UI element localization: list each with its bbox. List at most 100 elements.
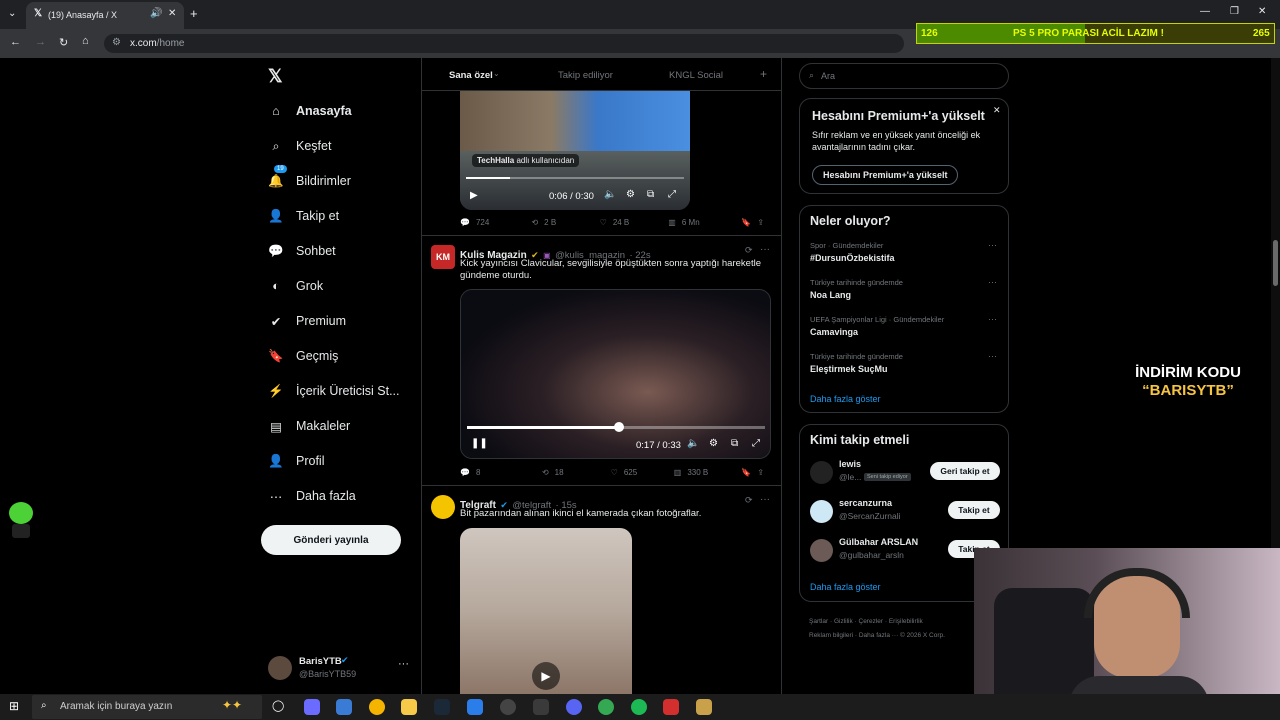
sidebar-item[interactable]: 🔖 Geçmiş [268,343,338,369]
reply-icon[interactable]: 💬 [460,468,470,477]
reply-icon[interactable]: 💬 [460,218,470,227]
more-icon[interactable]: ··· [760,244,770,255]
like-icon[interactable]: ♡ [611,468,618,477]
sidebar-item[interactable]: 👤 Profil [268,448,324,474]
fullscreen-icon[interactable]: ⤢ [752,438,760,449]
spotify-icon[interactable] [631,699,647,715]
home-button-icon[interactable]: ⌂ [82,35,89,47]
search-input[interactable]: ⌕ Ara [799,63,1009,89]
restore-icon[interactable]: ❐ [1230,6,1239,17]
tab-kngl-social[interactable]: KNGL Social [669,70,723,81]
media-attribution-user[interactable]: TechHalla [477,156,514,165]
tweet[interactable]: KM Kulis Magazin ✔ ▣ @kulis_magazin · 22… [422,236,781,486]
discord-icon[interactable] [566,699,582,715]
app-icon[interactable] [304,699,320,715]
premium-upgrade-button[interactable]: Hesabını Premium+'a yükselt [812,165,959,185]
video-player[interactable]: TechHalla adlı kullanıcıdan ▶ 0:06 / 0:3… [460,91,690,210]
grok-explain-icon[interactable]: ⟳ [745,245,753,256]
app-icon[interactable] [500,699,516,715]
x-logo-icon[interactable]: 𝕏 [268,66,283,87]
chrome-icon[interactable] [369,699,385,715]
share-icon[interactable]: ⇪ [757,218,764,227]
trend-name[interactable]: Eleştirmek SuçMu [810,364,888,374]
add-tab-icon[interactable]: + [760,67,767,81]
window-close-icon[interactable]: ✕ [1258,6,1266,17]
app-icon[interactable] [533,699,549,715]
follow-button[interactable]: Takip et [948,501,1000,519]
tab-for-you[interactable]: Sana özel [449,70,493,81]
volume-icon[interactable]: 🔈 [687,438,699,449]
pip-icon[interactable]: ⧉ [647,189,654,200]
trend-name[interactable]: Camavinga [810,327,858,337]
task-view-icon[interactable]: ◯ [272,699,284,712]
trend-more-icon[interactable]: ··· [988,240,997,250]
forward-icon[interactable]: → [35,36,46,48]
tweet[interactable]: Telgraft ✔ @telgraft · 15s ⟳ ··· Bit paz… [422,486,781,694]
account-switcher[interactable]: BarisYTB ✔ @BarisYTB59 ··· [268,654,414,684]
video-scrubber-handle[interactable] [613,422,624,432]
avatar[interactable] [431,495,455,519]
account-more-icon[interactable]: ··· [398,658,409,670]
footer-link[interactable]: Reklam bilgileri [809,632,853,639]
pip-icon[interactable]: ⧉ [731,438,738,449]
trend-name[interactable]: #DursunÖzbekistifa [810,253,895,263]
post-button[interactable]: Gönderi yayınla [261,525,401,555]
sidebar-item[interactable]: ⚡ İçerik Üreticisi St... [268,378,399,404]
views-icon[interactable]: ▥ [668,218,676,227]
sidebar-item[interactable]: ⌕ Keşfet [268,133,331,159]
suggested-user-name[interactable]: Gülbahar ARSLAN [839,537,918,547]
trend-more-icon[interactable]: ··· [988,351,997,361]
sidebar-item[interactable]: ⋯ Daha fazla [268,483,356,509]
chevron-down-icon[interactable]: ⌄ [493,69,500,78]
trend-more-icon[interactable]: ··· [988,277,997,287]
avatar[interactable]: KM [431,245,455,269]
app-icon[interactable] [696,699,712,715]
suggested-user-name[interactable]: sercanzurna [839,498,892,508]
folder-icon[interactable] [401,699,417,715]
like-icon[interactable]: ♡ [600,218,607,227]
tweet-video[interactable]: ▶ [460,528,632,694]
footer-link[interactable]: Daha fazla ··· [859,632,898,639]
video-progress-track[interactable] [466,177,684,179]
app-icon[interactable] [336,699,352,715]
sidebar-item[interactable]: ◐ Grok [268,273,323,299]
footer-link[interactable]: Erişilebilirlik [889,618,923,625]
trend-name[interactable]: Noa Lang [810,290,851,300]
more-icon[interactable]: ··· [760,494,770,505]
tab-list-icon[interactable]: ⌄ [8,8,16,19]
app-icon[interactable] [663,699,679,715]
sidebar-item[interactable]: ⌂ Anasayfa [268,98,351,124]
footer-link[interactable]: Şartlar [809,618,828,625]
avatar[interactable] [810,461,833,484]
sidebar-item[interactable]: 👤 Takip et [268,203,339,229]
sidebar-item[interactable]: 🔔 Bildirimler 19 [268,165,351,194]
footer-link[interactable]: Çerezler [859,618,884,625]
back-icon[interactable]: ← [10,36,21,48]
repost-icon[interactable]: ⟲ [531,218,538,227]
new-tab-icon[interactable]: + [190,6,198,21]
settings-icon[interactable]: ⚙ [709,438,718,449]
fullscreen-icon[interactable]: ⤢ [668,189,676,200]
trend-more-icon[interactable]: ··· [988,314,997,324]
tweet[interactable]: TechHalla adlı kullanıcıdan ▶ 0:06 / 0:3… [422,91,781,236]
follow-show-more[interactable]: Daha fazla göster [810,582,881,592]
bookmark-icon[interactable]: 🔖 [741,468,751,477]
address-bar[interactable]: ⚙ x.com/home [104,34,904,53]
tab-following[interactable]: Takip ediliyor [558,70,613,81]
grok-explain-icon[interactable]: ⟳ [745,495,753,506]
avatar[interactable] [810,500,833,523]
windows-start-icon[interactable]: ⊞ [9,699,19,713]
tab-audio-icon[interactable]: 🔊 [150,8,162,19]
avatar[interactable] [810,539,833,562]
chrome-active-icon[interactable] [598,699,614,715]
footer-link[interactable]: Gizlilik [834,618,853,625]
steam-icon[interactable] [434,699,450,715]
browser-tab[interactable]: 𝕏 (19) Anasayfa / X 🔊 ✕ [26,2,184,29]
sidebar-item[interactable]: ✔ Premium [268,308,346,334]
views-icon[interactable]: ▥ [674,468,682,477]
scrollbar-thumb[interactable] [1273,240,1278,286]
suggested-user-name[interactable]: lewis [839,459,861,469]
repost-icon[interactable]: ⟲ [542,468,549,477]
minimize-icon[interactable]: — [1200,6,1210,17]
play-icon[interactable]: ▶ [470,190,478,201]
